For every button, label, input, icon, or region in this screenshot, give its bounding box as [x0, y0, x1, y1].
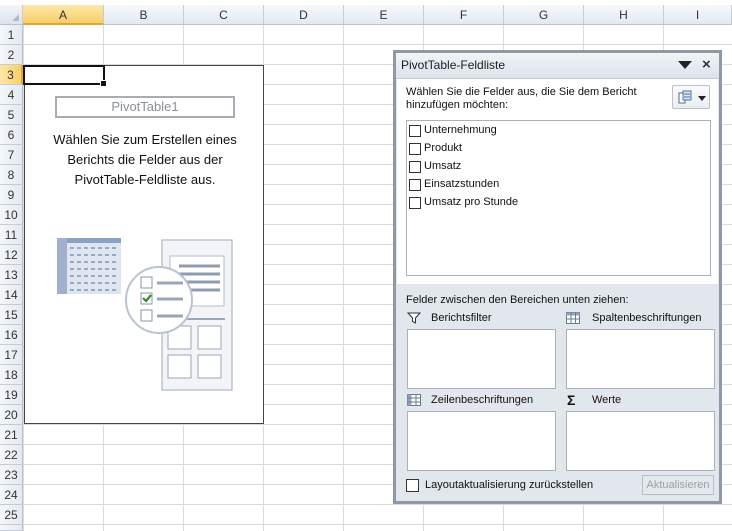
values-drop-area[interactable]	[566, 411, 715, 471]
row-header[interactable]: 16	[0, 325, 23, 345]
report-filter-label: Berichtsfilter	[431, 312, 492, 324]
field-label: Produkt	[424, 142, 462, 154]
select-all-corner[interactable]	[0, 5, 23, 25]
row-header[interactable]: 1	[0, 25, 23, 45]
chevron-down-icon	[698, 96, 706, 101]
row-header[interactable]: 15	[0, 305, 23, 325]
row-header[interactable]: 21	[0, 425, 23, 445]
column-labels-icon	[566, 312, 580, 324]
field-list-titlebar[interactable]: PivotTable-Feldliste ×	[396, 53, 719, 79]
pivot-instructions: Wählen Sie zum Erstellen eines Berichts …	[53, 132, 237, 187]
table-graphic-icon	[57, 238, 121, 294]
row-header[interactable]: 8	[0, 165, 23, 185]
row-labels-label: Zeilenbeschriftungen	[431, 394, 534, 406]
values-label: Werte	[592, 394, 622, 406]
column-header-i[interactable]: I	[664, 5, 732, 25]
field-list-box[interactable]: Unternehmung Produkt Umsatz Einsatzstund…	[406, 120, 711, 276]
row-header[interactable]: 23	[0, 465, 23, 485]
row-header[interactable]: 25	[0, 505, 23, 525]
row-labels-icon	[407, 394, 421, 406]
field-checkbox[interactable]	[409, 143, 421, 155]
field-list-title: PivotTable-Feldliste	[401, 58, 506, 72]
row-header[interactable]	[0, 525, 23, 531]
column-header-a[interactable]: A	[23, 5, 104, 25]
row-header[interactable]: 10	[0, 205, 23, 225]
field-label: Umsatz	[424, 160, 462, 172]
areas-section: Felder zwischen den Bereichen unten zieh…	[397, 285, 718, 501]
drag-prompt: Felder zwischen den Bereichen unten zieh…	[406, 294, 629, 306]
column-header-g[interactable]: G	[504, 5, 584, 25]
field-label: Einsatzstunden	[424, 178, 500, 190]
row-header[interactable]: 24	[0, 485, 23, 505]
pivot-table-placeholder[interactable]: PivotTable1 Wählen Sie zum Erstellen ein…	[24, 65, 264, 424]
row-header[interactable]: 11	[0, 225, 23, 245]
field-label: Umsatz pro Stunde	[424, 196, 519, 208]
column-labels-label: Spaltenbeschriftungen	[592, 312, 702, 324]
row-header[interactable]: 4	[0, 85, 23, 105]
row-header[interactable]: 18	[0, 365, 23, 385]
field-checkbox[interactable]	[409, 161, 421, 173]
row-header[interactable]: 5	[0, 105, 23, 125]
filter-icon	[407, 312, 421, 324]
row-header[interactable]: 6	[0, 125, 23, 145]
defer-layout-update-checkbox[interactable]	[406, 479, 419, 492]
layout-icon	[678, 90, 692, 104]
row-header[interactable]: 14	[0, 285, 23, 305]
defer-layout-update-label: Layoutaktualisierung zurückstellen	[425, 479, 594, 491]
field-list-layout-button[interactable]	[672, 85, 710, 109]
update-button[interactable]: Aktualisieren	[642, 475, 714, 495]
sigma-icon: Σ	[567, 392, 576, 408]
row-labels-drop-area[interactable]	[407, 411, 556, 471]
row-header[interactable]: 22	[0, 445, 23, 465]
pane-options-dropdown-icon[interactable]	[678, 61, 692, 69]
column-labels-drop-area[interactable]	[566, 329, 715, 389]
field-checkbox[interactable]	[409, 197, 421, 209]
row-header[interactable]: 9	[0, 185, 23, 205]
row-header[interactable]: 19	[0, 385, 23, 405]
close-icon[interactable]: ×	[702, 56, 711, 74]
column-header-bar: A B C D E F G H I	[0, 0, 732, 25]
column-header-c[interactable]: C	[184, 5, 264, 25]
column-header-d[interactable]: D	[264, 5, 344, 25]
pivot-table-name: PivotTable1	[55, 96, 235, 118]
field-list-prompt: Wählen Sie die Felder aus, die Sie dem B…	[406, 86, 637, 111]
field-checkbox[interactable]	[409, 179, 421, 191]
pivot-field-list-pane: PivotTable-Feldliste × Wählen Sie die Fe…	[393, 50, 722, 504]
field-label: Unternehmung	[424, 124, 497, 136]
row-header[interactable]: 17	[0, 345, 23, 365]
field-checkbox-magnifier-icon	[125, 266, 193, 334]
row-header[interactable]: 7	[0, 145, 23, 165]
pivot-illustration-icon	[57, 238, 233, 391]
column-header-h[interactable]: H	[584, 5, 664, 25]
row-header[interactable]: 13	[0, 265, 23, 285]
field-checkbox[interactable]	[409, 125, 421, 137]
report-filter-drop-area[interactable]	[407, 329, 556, 389]
column-header-f[interactable]: F	[424, 5, 504, 25]
row-header[interactable]: 20	[0, 405, 23, 425]
field-section: Wählen Sie die Felder aus, die Sie dem B…	[397, 79, 718, 284]
row-header[interactable]: 3	[0, 65, 23, 85]
column-header-e[interactable]: E	[344, 5, 424, 25]
active-cell-a3[interactable]	[23, 65, 107, 87]
row-header[interactable]: 12	[0, 245, 23, 265]
column-header-b[interactable]: B	[104, 5, 184, 25]
row-header[interactable]: 2	[0, 45, 23, 65]
